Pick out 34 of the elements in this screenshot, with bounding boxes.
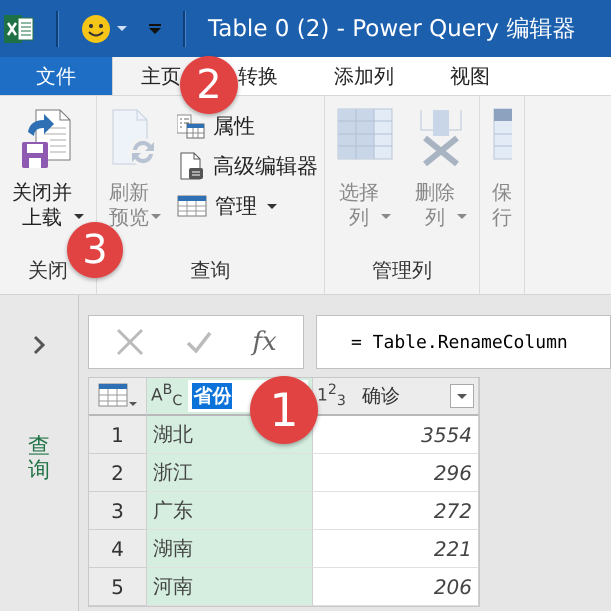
table-menu-icon[interactable] xyxy=(98,383,138,409)
row-number: 1 xyxy=(89,416,147,454)
caret-icon[interactable] xyxy=(117,26,127,32)
panel-label: 查询 xyxy=(28,435,50,484)
table-icon xyxy=(177,194,207,218)
group-label: 查询 xyxy=(190,257,232,284)
customize-caret-icon[interactable] xyxy=(149,24,161,34)
formula-label: fx xyxy=(252,327,277,357)
file-tab[interactable]: 文件 xyxy=(0,57,112,95)
column-header[interactable]: 1$^{2}$$_{3}$ 确诊 xyxy=(313,378,479,416)
row-number: 4 xyxy=(89,530,147,568)
ribbon-button[interactable]: 高级编辑器 xyxy=(177,150,318,182)
row-number: 3 xyxy=(89,492,147,530)
table-cell: 河南 xyxy=(147,568,313,606)
group-label: 关闭 xyxy=(27,257,69,284)
formula-field[interactable]: = Table.RenameColumn xyxy=(316,315,611,369)
table-cell: 湖南 xyxy=(147,530,313,568)
column-name: 确诊 xyxy=(360,384,401,409)
check-icon[interactable] xyxy=(186,331,212,353)
table-cell: 221 xyxy=(313,530,479,568)
table-cell: 272 xyxy=(313,492,479,530)
filter-button[interactable] xyxy=(450,384,474,408)
row-number: 2 xyxy=(89,454,147,492)
table-cell: 296 xyxy=(313,454,479,492)
expand-icon[interactable] xyxy=(33,335,45,355)
table-cell: 浙江 xyxy=(147,454,313,492)
ribbon-button[interactable]: 管理 xyxy=(177,190,318,222)
properties-icon xyxy=(177,113,205,139)
table-cell: 206 xyxy=(313,568,479,606)
group-label: 管理列 xyxy=(371,257,433,284)
window-title: Table 0 (2) - Power Query 编辑器 xyxy=(208,15,576,44)
row-number: 5 xyxy=(89,568,147,606)
table-cell: 广东 xyxy=(147,492,313,530)
smiley-icon[interactable] xyxy=(81,14,111,44)
